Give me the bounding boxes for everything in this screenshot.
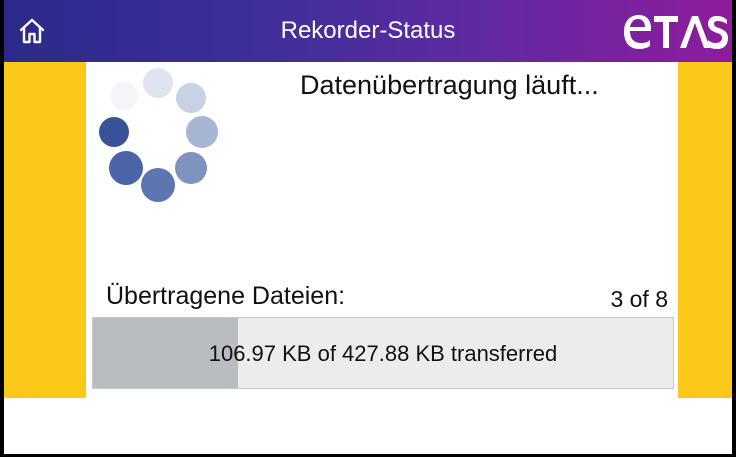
etas-logo — [620, 6, 728, 56]
home-button[interactable] — [14, 13, 50, 49]
loading-spinner-icon — [99, 68, 218, 202]
header-bar: Rekorder-Status — [4, 0, 732, 62]
home-icon — [19, 18, 45, 44]
files-count: 3 of 8 — [610, 286, 668, 312]
progress-text: 106.97 KB of 427.88 KB transferred — [208, 341, 558, 366]
files-label: Übertragene Dateien: — [106, 282, 346, 310]
right-accent-bar — [678, 62, 732, 398]
left-accent-bar — [4, 62, 86, 398]
transfer-progress-bar: 106.97 KB of 427.88 KB transferred — [92, 317, 674, 389]
status-message: Datenübertragung läuft... — [300, 70, 599, 100]
